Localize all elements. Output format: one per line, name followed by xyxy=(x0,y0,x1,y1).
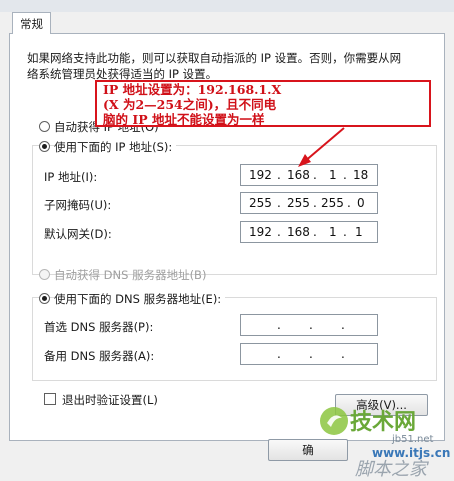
preferred-dns-input[interactable]: . . . xyxy=(240,314,378,336)
watermark-site: jb51.net xyxy=(392,434,434,445)
radio-manual-dns-label[interactable]: 使用下面的 DNS 服务器地址(E): xyxy=(54,291,226,307)
callout-line-2: (X 为2—254之间)，且不同电 xyxy=(103,97,277,112)
preferred-dns-label: 首选 DNS 服务器(P): xyxy=(44,320,154,334)
ip-dot: . xyxy=(309,347,313,361)
watermark-brand: 技术网 xyxy=(350,410,417,435)
watermark-site-cn: 脚本之家 xyxy=(355,459,427,480)
ip-dot: . xyxy=(277,196,281,210)
ip-dot: . xyxy=(277,225,281,239)
ip-dot: . xyxy=(309,318,313,332)
ok-button[interactable]: 确 xyxy=(268,439,348,461)
validate-label[interactable]: 退出时验证设置(L) xyxy=(62,392,158,408)
ip-octet: 168 xyxy=(287,168,310,182)
subnet-mask-input[interactable]: 255 . 255 . 255 . 0 xyxy=(240,192,378,214)
ok-button-label: 确 xyxy=(302,443,314,457)
window-top-strip xyxy=(0,0,454,12)
ip-dot: . xyxy=(341,347,345,361)
radio-auto-dns-label[interactable]: 自动获得 DNS 服务器地址(B) xyxy=(54,267,206,283)
radio-manual-ip-label[interactable]: 使用下面的 IP 地址(S): xyxy=(54,139,177,155)
tab-general[interactable]: 常规 xyxy=(12,12,51,34)
ip-dot: . xyxy=(347,196,351,210)
default-gateway-input[interactable]: 192 . 168 . 1 . 1 xyxy=(240,221,378,243)
ip-dot: . xyxy=(343,225,347,239)
dns-groupbox xyxy=(32,297,437,381)
radio-manual-ip[interactable] xyxy=(39,141,50,152)
subnet-mask-label: 子网掩码(U): xyxy=(44,198,112,212)
ip-octet: 255 xyxy=(287,196,310,210)
validate-checkbox[interactable] xyxy=(44,393,56,405)
ip-octet: 192 xyxy=(249,168,272,182)
ip-octet: 1 xyxy=(329,168,337,182)
ip-dot: . xyxy=(277,318,281,332)
ip-octet: 255 xyxy=(249,196,272,210)
callout-line-1: IP 地址设置为：192.168.1.X xyxy=(103,82,282,97)
ip-address-label: IP 地址(I): xyxy=(44,170,98,184)
ip-dot: . xyxy=(313,196,317,210)
alternate-dns-label: 备用 DNS 服务器(A): xyxy=(44,349,155,363)
radio-manual-dns[interactable] xyxy=(39,293,50,304)
itjs-logo-icon xyxy=(320,407,348,435)
ip-dot: . xyxy=(341,318,345,332)
default-gateway-label: 默认网关(D): xyxy=(44,227,112,241)
ip-octet: 1 xyxy=(329,225,337,239)
tab-general-label: 常规 xyxy=(20,16,43,31)
alternate-dns-input[interactable]: . . . xyxy=(240,343,378,365)
ip-dot: . xyxy=(277,347,281,361)
annotation-callout: IP 地址设置为：192.168.1.X (X 为2—254之间)，且不同电 脑… xyxy=(95,80,431,127)
ip-octet: 192 xyxy=(249,225,272,239)
radio-auto-dns[interactable] xyxy=(39,269,50,280)
ip-dot: . xyxy=(343,168,347,182)
callout-line-3: 脑的 IP 地址不能设置为一样 xyxy=(103,112,265,127)
ip-octet: 1 xyxy=(355,225,363,239)
ip-dot: . xyxy=(313,225,317,239)
ip-address-input[interactable]: 192 . 168 . 1 . 18 xyxy=(240,164,378,186)
ip-octet: 18 xyxy=(353,168,369,182)
ip-dot: . xyxy=(277,168,281,182)
description-line-1: 如果网络支持此功能，则可以获取自动指派的 IP 设置。否则，你需要从网 xyxy=(27,51,402,65)
ip-octet: 0 xyxy=(357,196,365,210)
ip-dot: . xyxy=(313,168,317,182)
radio-auto-ip[interactable] xyxy=(39,121,50,132)
ip-octet: 168 xyxy=(287,225,310,239)
ip-octet: 255 xyxy=(321,196,344,210)
